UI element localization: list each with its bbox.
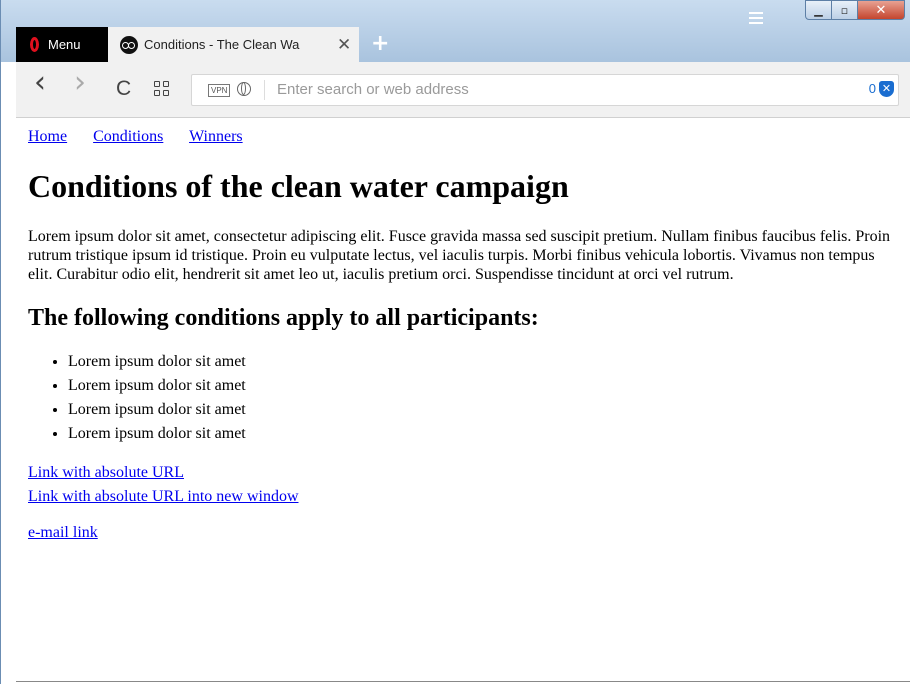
window-controls: ▁ ▫ ✕	[805, 0, 905, 20]
reload-icon[interactable]: C	[116, 78, 131, 100]
tab-favicon-icon	[120, 35, 138, 54]
nav-link-home[interactable]: Home	[28, 128, 67, 145]
speed-dial-icon[interactable]	[154, 81, 169, 96]
address-bar[interactable]: VPN 0 ✕	[191, 74, 899, 106]
forward-icon[interactable]: ›	[74, 68, 86, 98]
nav-link-conditions[interactable]: Conditions	[93, 128, 163, 145]
close-window-button[interactable]: ✕	[858, 0, 905, 20]
browser-window: ▁ ▫ ✕ Menu Conditions - The Clean Wa ✕ +…	[0, 0, 910, 684]
opera-menu-button[interactable]: Menu	[16, 27, 108, 62]
absolute-url-link[interactable]: Link with absolute URL	[28, 461, 903, 485]
tab-conditions[interactable]: Conditions - The Clean Wa ✕	[108, 27, 359, 62]
vpn-badge[interactable]: VPN	[208, 84, 231, 97]
absolute-url-new-window-link[interactable]: Link with absolute URL into new window	[28, 485, 903, 509]
new-tab-button[interactable]: +	[371, 31, 389, 56]
email-link[interactable]: e-mail link	[28, 521, 903, 545]
maximize-button[interactable]: ▫	[832, 0, 858, 20]
list-item: Lorem ipsum dolor sit amet	[68, 350, 903, 374]
title-bar: ▁ ▫ ✕ Menu Conditions - The Clean Wa ✕ +	[1, 0, 910, 62]
globe-icon	[237, 82, 251, 96]
list-item: Lorem ipsum dolor sit amet	[68, 422, 903, 446]
tab-close-icon[interactable]: ✕	[337, 35, 351, 55]
tab-title: Conditions - The Clean Wa	[144, 37, 300, 52]
conditions-list: Lorem ipsum dolor sit amet Lorem ipsum d…	[28, 350, 903, 446]
list-item: Lorem ipsum dolor sit amet	[68, 374, 903, 398]
window-bottom-border	[16, 681, 910, 682]
address-input[interactable]	[277, 81, 817, 98]
intro-paragraph: Lorem ipsum dolor sit amet, consectetur …	[28, 228, 891, 283]
conditions-heading: The following conditions apply to all pa…	[28, 305, 539, 331]
list-item: Lorem ipsum dolor sit amet	[68, 398, 903, 422]
ad-block-shield-icon[interactable]: ✕	[879, 81, 894, 97]
ad-block-count: 0	[868, 81, 876, 96]
page-content: Home Conditions Winners Conditions of th…	[28, 118, 903, 545]
menu-label: Menu	[48, 37, 81, 52]
back-icon[interactable]: ‹	[34, 68, 46, 98]
opera-logo-icon	[30, 37, 39, 52]
links-section: Link with absolute URL Link with absolut…	[28, 461, 903, 545]
page-title: Conditions of the clean water campaign	[28, 168, 569, 204]
address-divider	[264, 80, 265, 100]
minimize-button[interactable]: ▁	[805, 0, 832, 20]
browser-toolbar: ‹ › C VPN 0 ✕	[16, 62, 910, 118]
site-nav: Home Conditions Winners	[28, 128, 903, 146]
nav-link-winners[interactable]: Winners	[189, 128, 243, 145]
easy-setup-icon[interactable]	[749, 12, 763, 27]
